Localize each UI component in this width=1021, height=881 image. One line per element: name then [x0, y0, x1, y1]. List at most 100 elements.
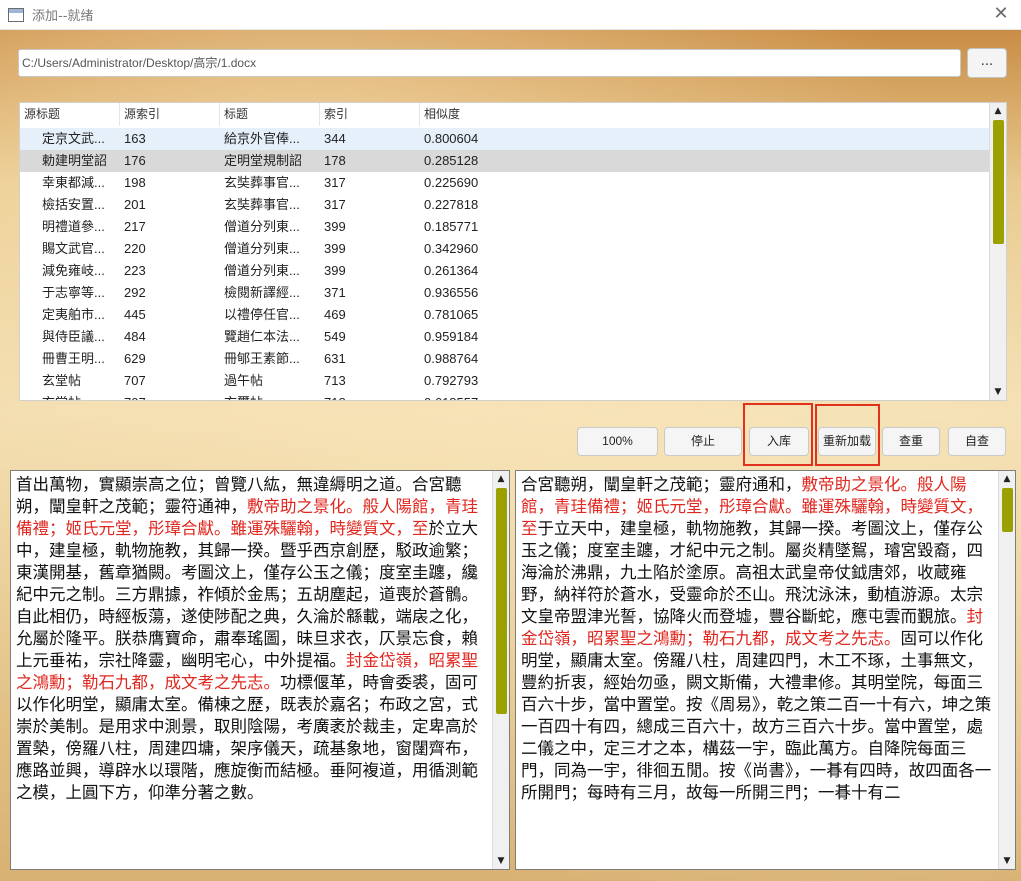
- table-cell: 707: [124, 373, 146, 388]
- scroll-thumb[interactable]: [496, 488, 507, 714]
- scroll-up-icon[interactable]: ▲: [999, 471, 1015, 487]
- table-cell: 399: [324, 219, 346, 234]
- table-cell: 明禮道參...: [42, 219, 105, 234]
- table-cell: 玄堂帖: [20, 392, 120, 400]
- table-cell: 0.800604: [424, 131, 479, 146]
- text-segment: 功標偃革，時會委裘，固可以作化明堂，顯庸太室。備棟之歷，既表於嘉名；布政之宮，式…: [16, 673, 478, 802]
- highlight-box-reload: [815, 404, 880, 466]
- source-text-scrollbar[interactable]: ▲ ▼: [492, 471, 509, 869]
- table-cell: 629: [124, 351, 146, 366]
- table-row[interactable]: 明禮道參... 217 僧道分列東... 399 0.185771: [20, 216, 990, 238]
- scroll-down-icon[interactable]: ▼: [990, 384, 1006, 400]
- title-bar: 添加--就绪 ✕: [0, 0, 1021, 30]
- table-body: 定京文武... 163 給京外官俸... 344 0.800604 勅建明堂詔 176 定明堂…: [20, 128, 990, 400]
- table-cell: 檢閱新譯經...: [224, 285, 300, 300]
- table-scrollbar[interactable]: ▲ ▼: [989, 103, 1006, 400]
- table-row[interactable]: 幸東都減... 198 玄奘葬事官... 317 0.225690: [20, 172, 990, 194]
- scroll-thumb[interactable]: [993, 120, 1004, 244]
- source-text-panel[interactable]: 首出萬物，實顯崇高之位；曾覽八紘，無違縟明之道。合宮聽朔，闡皇軒之茂範；靈符通神…: [10, 470, 510, 870]
- table-cell: 以禮停任官...: [224, 307, 300, 322]
- table-row[interactable]: 于志寧等... 292 檢閱新譯經... 371 0.936556: [20, 282, 990, 304]
- table-cell: 勅建明堂詔: [42, 153, 108, 168]
- table-cell: 冊郇王素節...: [224, 351, 300, 366]
- scroll-up-icon[interactable]: ▲: [990, 103, 1006, 119]
- table-row[interactable]: 與侍臣議... 484 覽趙仁本法... 549 0.959184: [20, 326, 990, 348]
- table-cell: 0.618557: [420, 392, 980, 400]
- table-row[interactable]: 勅建明堂詔 176 定明堂規制詔 178 0.285128: [20, 150, 990, 172]
- table-row[interactable]: 玄堂帖707玄璽帖7180.618557: [20, 392, 990, 400]
- scroll-up-icon[interactable]: ▲: [493, 471, 509, 487]
- text-segment: 于立天中，建皇極，軌物施教，其歸一揆。考圖汶上，僅存公玉之儀；度室圭躔，才紀中元…: [521, 519, 983, 626]
- table-cell: 0.342960: [424, 241, 479, 256]
- table-cell: 僧道分列東...: [224, 263, 300, 278]
- close-icon[interactable]: ✕: [991, 4, 1011, 24]
- header-title[interactable]: 标题: [220, 103, 320, 126]
- stop-button[interactable]: 停止: [664, 427, 742, 456]
- table-cell: 549: [324, 329, 346, 344]
- target-text-panel[interactable]: 合宮聽朔，闡皇軒之茂範；靈府通和，敷帝助之景化。般人陽館，青珪備禮；姬氏元堂，彤…: [515, 470, 1016, 870]
- table-cell: 減免雍岐...: [42, 263, 105, 278]
- table-cell: 469: [324, 307, 346, 322]
- table-cell: 玄奘葬事官...: [224, 197, 300, 212]
- scroll-down-icon[interactable]: ▼: [999, 853, 1015, 869]
- self-check-button[interactable]: 自查: [948, 427, 1006, 456]
- header-source-index[interactable]: 源索引: [120, 103, 220, 126]
- table-cell: 玄奘葬事官...: [224, 175, 300, 190]
- table-cell: 223: [124, 263, 146, 278]
- check-duplicate-button[interactable]: 查重: [882, 427, 940, 456]
- table-cell: 于志寧等...: [42, 285, 105, 300]
- source-text-content: 首出萬物，實顯崇高之位；曾覽八紘，無違縟明之道。合宮聽朔，闡皇軒之茂範；靈符通神…: [16, 474, 486, 804]
- table-row[interactable]: 玄堂帖 707 過午帖 713 0.792793: [20, 370, 990, 392]
- table-cell: 冊曹王明...: [42, 351, 105, 366]
- table-cell: 檢括安置...: [42, 197, 105, 212]
- table-row[interactable]: 冊曹王明... 629 冊郇王素節... 631 0.988764: [20, 348, 990, 370]
- table-cell: 定京文武...: [42, 131, 105, 146]
- table-cell: 僧道分列東...: [224, 219, 300, 234]
- header-similarity[interactable]: 相似度: [420, 103, 990, 126]
- table-cell: 201: [124, 197, 146, 212]
- table-cell: 445: [124, 307, 146, 322]
- table-cell: 317: [324, 175, 346, 190]
- table-row[interactable]: 減免雍岐... 223 僧道分列東... 399 0.261364: [20, 260, 990, 282]
- table-cell: 344: [324, 131, 346, 146]
- table-cell: 371: [324, 285, 346, 300]
- table-cell: 幸東都減...: [42, 175, 105, 190]
- table-cell: 僧道分列東...: [224, 241, 300, 256]
- table-cell: 718: [320, 392, 420, 400]
- table-cell: 0.936556: [424, 285, 479, 300]
- table-cell: 713: [324, 373, 346, 388]
- target-text-scrollbar[interactable]: ▲ ▼: [998, 471, 1015, 869]
- header-index[interactable]: 索引: [320, 103, 420, 126]
- scroll-down-icon[interactable]: ▼: [493, 853, 509, 869]
- table-cell: 176: [124, 153, 146, 168]
- zoom-button[interactable]: 100%: [577, 427, 658, 456]
- table-cell: 217: [124, 219, 146, 234]
- target-text-content: 合宮聽朔，闡皇軒之茂範；靈府通和，敷帝助之景化。般人陽館，青珪備禮；姬氏元堂，彤…: [521, 474, 993, 804]
- browse-button[interactable]: ...: [967, 48, 1007, 78]
- table-cell: 163: [124, 131, 146, 146]
- table-cell: 賜文武官...: [42, 241, 105, 256]
- scroll-thumb[interactable]: [1002, 488, 1013, 532]
- table-cell: 0.988764: [424, 351, 479, 366]
- table-cell: 0.285128: [424, 153, 479, 168]
- table-cell: 玄璽帖: [220, 392, 320, 400]
- table-row[interactable]: 檢括安置... 201 玄奘葬事官... 317 0.227818: [20, 194, 990, 216]
- table-cell: 631: [324, 351, 346, 366]
- table-cell: 399: [324, 241, 346, 256]
- table-row[interactable]: 賜文武官... 220 僧道分列東... 399 0.342960: [20, 238, 990, 260]
- table-cell: 0.185771: [424, 219, 479, 234]
- table-row[interactable]: 定京文武... 163 給京外官俸... 344 0.800604: [20, 128, 990, 150]
- table-cell: 過午帖: [224, 373, 264, 388]
- file-path-input[interactable]: C:/Users/Administrator/Desktop/高宗/1.docx: [18, 49, 961, 77]
- table-row[interactable]: 定夷舶市... 445 以禮停任官... 469 0.781065: [20, 304, 990, 326]
- table-cell: 玄堂帖: [42, 373, 82, 388]
- table-cell: 220: [124, 241, 146, 256]
- header-source-title[interactable]: 源标题: [20, 103, 120, 126]
- table-header: 源标题 源索引 标题 索引 相似度: [20, 103, 990, 126]
- table-cell: 0.225690: [424, 175, 479, 190]
- text-segment: 於立大中，建皇極，軌物施教，其歸一揆。暨乎西京創歷，駁政逾繁；東漢開基，舊章猶闕…: [16, 519, 478, 670]
- table-cell: 定夷舶市...: [42, 307, 105, 322]
- table-cell: 178: [324, 153, 346, 168]
- table-cell: 給京外官俸...: [224, 131, 300, 146]
- text-segment: 合宮聽朔，闡皇軒之茂範；靈府通和，: [521, 475, 802, 494]
